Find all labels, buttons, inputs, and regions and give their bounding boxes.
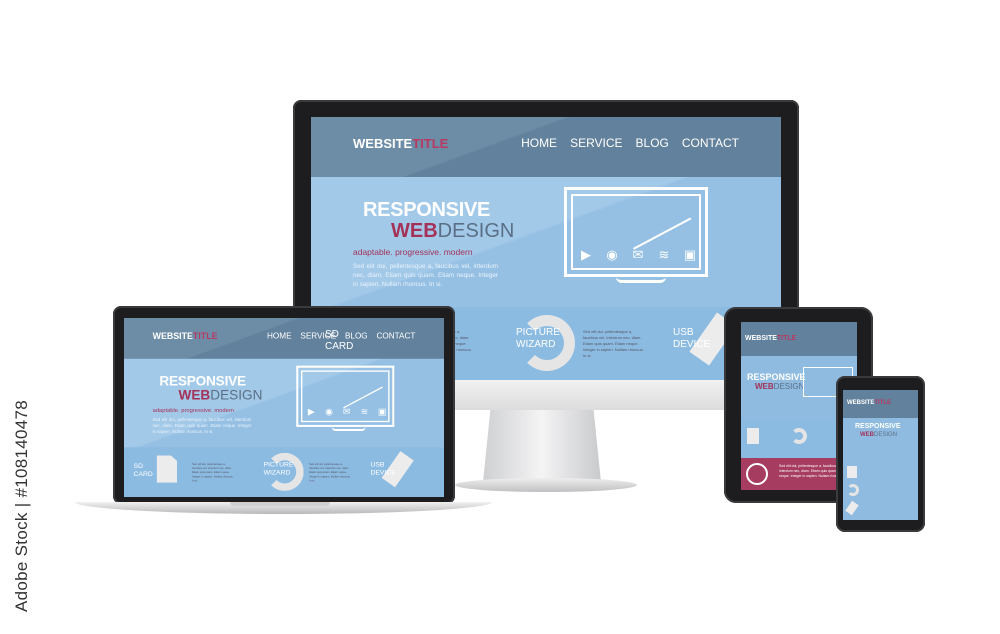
tv-stand-icon (616, 277, 666, 283)
site-nav: HOME SERVICE BLOG CONTACT (521, 136, 739, 150)
sd-card-icon (747, 428, 759, 444)
site-title[interactable]: WEBSITETITLE (745, 335, 796, 342)
site-header: WEBSITETITLE HOME SERVICE BLOG CONTACT (124, 318, 444, 359)
subheading-rest: DESIGN (437, 220, 515, 242)
hero-heading: RESPONSIVE (159, 373, 246, 389)
hero-subheading: WEBDESIGN (860, 432, 898, 438)
hero-body-text: Sed elit dui, pellentesque a, faucibus v… (152, 417, 252, 435)
trend-arrow-icon (633, 217, 692, 250)
sd-card-icon (156, 455, 178, 483)
mail-icon: ✉ (342, 406, 351, 417)
hero-subheading: WEBDESIGN (391, 220, 514, 243)
touch-icon (746, 463, 768, 485)
site-header: WEBSITETITLE HOME SERVICE BLOG CONTACT (311, 117, 781, 177)
title-accent: TITLE (192, 330, 218, 342)
feature-usb-device: USB DEVICE (370, 460, 396, 477)
mail-icon: ✉ (632, 247, 644, 262)
feature-text: Sed elit dui, pellentesque a, faucibus v… (583, 329, 644, 358)
tagline: adaptable. progressive. modern (152, 406, 234, 414)
globe-icon: ◉ (325, 406, 333, 417)
site-header: WEBSITETITLE (741, 322, 857, 356)
globe-icon: ◉ (606, 247, 618, 262)
hero-section: RESPONSIVE WEBDESIGN adaptable. progress… (124, 358, 444, 448)
laptop-notch (230, 502, 330, 506)
tv-stand-icon (331, 427, 366, 432)
feature-picture-wizard: PICTURE WIZARD (516, 327, 560, 350)
hero-heading: RESPONSIVE (363, 199, 491, 221)
image-icon: ▣ (683, 247, 697, 262)
title-part: WEBSITE (152, 330, 193, 342)
subheading-accent: WEB (178, 388, 211, 404)
feature-text: Sed elit dui, pellentesque a, faucibus v… (192, 462, 234, 483)
site-title[interactable]: WEBSITETITLE (353, 136, 448, 151)
site-title[interactable]: WEBSITETITLE (153, 331, 218, 341)
picture-wizard-icon (847, 484, 859, 496)
website-mockup: WEBSITETITLE HOME SERVICE BLOG CONTACT R… (124, 318, 444, 497)
usb-device-icon (845, 500, 859, 516)
site-header: WEBSITETITLE (843, 390, 918, 418)
tv-illustration-icon: ▶ ◉ ✉ ≋ ▣ (564, 187, 708, 277)
hero-heading: RESPONSIVE (747, 372, 806, 382)
laptop-screen: WEBSITETITLE HOME SERVICE BLOG CONTACT R… (124, 318, 444, 497)
feature-sd-card: SD CARD (133, 462, 153, 478)
wifi-icon: ≋ (658, 247, 670, 262)
nav-contact[interactable]: CONTACT (377, 331, 416, 341)
hero-section: RESPONSIVE WEBDESIGN adaptable. progress… (311, 177, 781, 307)
subheading-accent: WEB (391, 220, 438, 242)
feature-picture-wizard: PICTURE WIZARD (263, 460, 294, 477)
play-icon: ▶ (581, 247, 591, 262)
sd-card-icon (847, 466, 857, 478)
hero-subheading: WEBDESIGN (755, 382, 805, 391)
phone-screen: WEBSITETITLE RESPONSIVE WEBDESIGN (843, 390, 918, 520)
trend-arrow-icon (343, 386, 383, 409)
title-part: WEBSITE (353, 136, 413, 151)
tagline: adaptable. progressive. modern (353, 247, 473, 257)
nav-home[interactable]: HOME (521, 136, 557, 150)
watermark: Adobe Stock | #108140478 (12, 400, 31, 613)
hero-subheading: WEBDESIGN (178, 388, 262, 404)
wifi-icon: ≋ (360, 406, 369, 417)
picture-wizard-icon (791, 428, 807, 444)
feature-text: Sed elit dui, pellentesque a, faucibus v… (309, 462, 351, 483)
monitor-base (455, 478, 637, 492)
site-title[interactable]: WEBSITETITLE (847, 400, 891, 406)
play-icon: ▶ (307, 406, 315, 417)
title-accent: TITLE (412, 136, 449, 151)
feature-sd-card: SD CARD (325, 329, 354, 352)
hero-body-text: Sed elit dui, pellentesque a, faucibus v… (353, 263, 498, 288)
subheading-rest: DESIGN (210, 388, 263, 404)
nav-blog[interactable]: BLOG (636, 136, 669, 150)
nav-service[interactable]: SERVICE (570, 136, 622, 150)
tv-illustration-icon: ▶ ◉ ✉ ≋ ▣ (296, 365, 395, 427)
image-icon: ▣ (377, 406, 387, 417)
nav-contact[interactable]: CONTACT (682, 136, 739, 150)
feature-usb-device: USB DEVICE (673, 327, 711, 350)
features-section: SD CARD Sed elit dui, pellentesque a, fa… (124, 447, 444, 497)
hero-heading: RESPONSIVE (855, 423, 901, 430)
nav-home[interactable]: HOME (267, 331, 292, 341)
